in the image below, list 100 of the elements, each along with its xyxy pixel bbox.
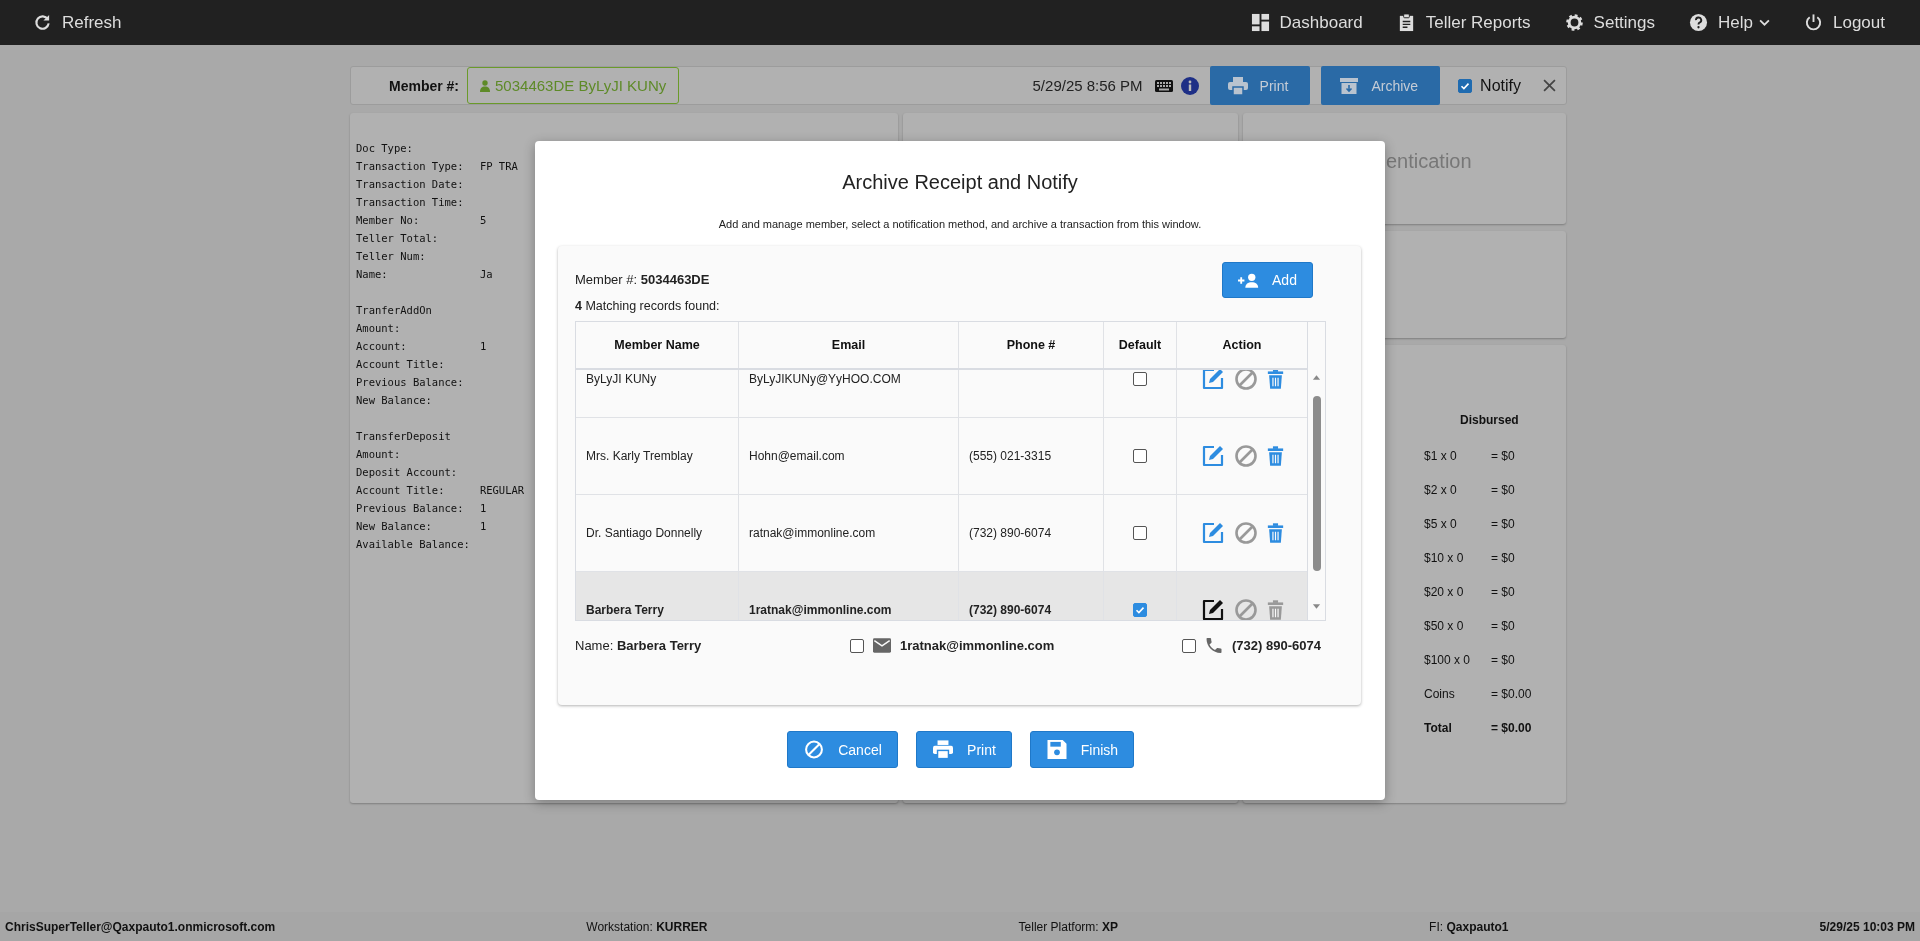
receipt-label: Available Balance:	[356, 537, 471, 552]
table-cell: (732) 890-6074	[959, 495, 1104, 571]
checkmark-icon	[1134, 604, 1146, 616]
add-button[interactable]: Add	[1222, 262, 1313, 298]
receipt-value: 5	[479, 213, 487, 228]
receipt-label: Teller Num:	[356, 249, 427, 264]
close-icon[interactable]	[1543, 79, 1556, 92]
member-row[interactable]: ByLyJI KUNy ByLyJIKUNy@YyHOO.COM	[576, 370, 1307, 418]
receipt-label: Amount:	[356, 321, 402, 336]
dashboard-icon	[1250, 13, 1270, 32]
blocked-icon[interactable]	[1233, 444, 1258, 468]
refresh-icon	[33, 13, 52, 32]
nav-link[interactable]: Dashboard	[1250, 12, 1363, 33]
mail-icon	[873, 638, 891, 653]
member-badge-text: 5034463DE ByLyJI KUNy	[495, 77, 667, 94]
receipt-label: Account Title:	[356, 357, 446, 372]
refresh-link[interactable]: Refresh	[33, 12, 122, 33]
denomination-text: Coins	[1424, 686, 1456, 703]
person-icon	[480, 79, 491, 92]
nav-link[interactable]: Teller Reports	[1396, 12, 1531, 33]
trash-icon[interactable]	[1266, 599, 1284, 620]
email-checkbox[interactable]	[850, 638, 864, 653]
status-text: Teller Platform: XP	[1018, 919, 1118, 934]
receipt-value: 1	[479, 519, 487, 534]
receipt-label: Deposit Account:	[356, 465, 459, 480]
keyboard-icon[interactable]	[1154, 79, 1173, 92]
receipt-label: Account:	[356, 339, 408, 354]
amount-text: = $0	[1491, 584, 1516, 601]
cancel-icon	[804, 740, 825, 759]
column-header: Default	[1104, 322, 1177, 368]
status-text: 5/29/25 10:03 PM	[1819, 919, 1915, 934]
status-text: FI: Qaxpauto1	[1429, 919, 1509, 934]
denomination-text: $5 x 0	[1424, 516, 1458, 533]
archive-button[interactable]: Archive	[1321, 66, 1441, 105]
printer-icon	[933, 740, 954, 759]
notify-checkbox[interactable]	[1458, 78, 1473, 93]
blocked-icon[interactable]	[1233, 598, 1258, 620]
nav-link[interactable]: Settings	[1564, 12, 1656, 33]
receipt-label: Previous Balance:	[356, 501, 465, 516]
default-checkbox[interactable]	[1133, 603, 1147, 617]
member-row[interactable]: Mrs. Karly Tremblay Hohn@email.com (555) 021-3315	[576, 418, 1307, 495]
receipt-value: REGULAR	[479, 483, 525, 498]
receipt-label: Amount:	[356, 447, 402, 462]
blocked-icon[interactable]	[1233, 370, 1258, 391]
phone-option-text: (732) 890-6074	[1232, 638, 1321, 653]
receipt-label: Transaction Type:	[356, 159, 465, 174]
blocked-icon[interactable]	[1233, 521, 1258, 545]
email-option-text: 1ratnak@immonline.com	[900, 638, 1055, 653]
down-arrow-icon[interactable]	[1312, 604, 1321, 610]
denomination-text: $1 x 0	[1424, 448, 1458, 465]
print-button[interactable]: Print	[915, 731, 1012, 768]
table-cell: (555) 021-3315	[959, 418, 1104, 494]
finish-button[interactable]: Finish	[1029, 731, 1134, 768]
info-icon[interactable]	[1180, 76, 1199, 95]
caret-icon	[1759, 19, 1770, 26]
print-button[interactable]: Print	[1209, 66, 1311, 105]
nav-link[interactable]: Help	[1689, 12, 1770, 33]
member-row[interactable]: Dr. Santiago Donnelly ratnak@immonline.com (732) 890-6074	[576, 495, 1307, 572]
denomination-text: $10 x 0	[1424, 550, 1465, 567]
receipt-label: New Balance:	[356, 519, 433, 534]
amount-text: = $0	[1491, 482, 1516, 499]
default-checkbox[interactable]	[1133, 372, 1147, 386]
receipt-label: Member No:	[356, 213, 421, 228]
default-checkbox[interactable]	[1133, 449, 1147, 463]
table-cell: Barbera Terry	[576, 572, 739, 620]
phone-checkbox[interactable]	[1182, 638, 1196, 653]
status-text: Workstation: KURRER	[586, 919, 708, 934]
amount-text: = $0	[1491, 550, 1516, 567]
member-row[interactable]: Barbera Terry 1ratnak@immonline.com (732) 890-6074	[576, 572, 1307, 620]
member-number-text: Member #: 5034463DE	[575, 272, 711, 287]
amount-text: = $0	[1491, 652, 1516, 669]
cancel-button[interactable]: Cancel	[786, 731, 898, 768]
match-count-text: 4 Matching records found:	[575, 299, 720, 313]
nav-link[interactable]: Logout	[1804, 12, 1885, 33]
notify-label: Notify	[1480, 76, 1521, 95]
default-checkbox[interactable]	[1133, 526, 1147, 540]
receipt-value: 1	[479, 339, 487, 354]
amount-text: = $0.00	[1491, 686, 1533, 703]
up-arrow-icon[interactable]	[1312, 374, 1321, 380]
settings-icon	[1564, 13, 1584, 32]
receipt-label: Doc Type:	[356, 141, 414, 156]
receipt-label: Teller Total:	[356, 231, 440, 246]
member-label: Member #:	[389, 77, 460, 94]
table-cell: ByLyJIKUNy@YyHOO.COM	[739, 370, 959, 417]
disbursed-heading: Disbursed	[1460, 413, 1520, 429]
status-text: ChrisSuperTeller@Qaxpauto1.onmicrosoft.com	[5, 919, 276, 934]
receipt-label: Transaction Time:	[356, 195, 465, 210]
trash-icon[interactable]	[1266, 522, 1284, 544]
column-header: Member Name	[576, 322, 739, 368]
table-cell: ByLyJI KUNy	[576, 370, 739, 417]
receipt-value: 1	[479, 501, 487, 516]
date-time-text: 5/29/25 8:56 PM	[1032, 77, 1143, 94]
denomination-text: $2 x 0	[1424, 482, 1458, 499]
trash-icon[interactable]	[1266, 445, 1284, 467]
denomination-text: $50 x 0	[1424, 618, 1465, 635]
edit-icon[interactable]	[1200, 598, 1225, 620]
denomination-text: $20 x 0	[1424, 584, 1465, 601]
add-person-icon	[1238, 272, 1261, 288]
help-icon	[1689, 13, 1709, 32]
trash-icon[interactable]	[1266, 370, 1284, 390]
